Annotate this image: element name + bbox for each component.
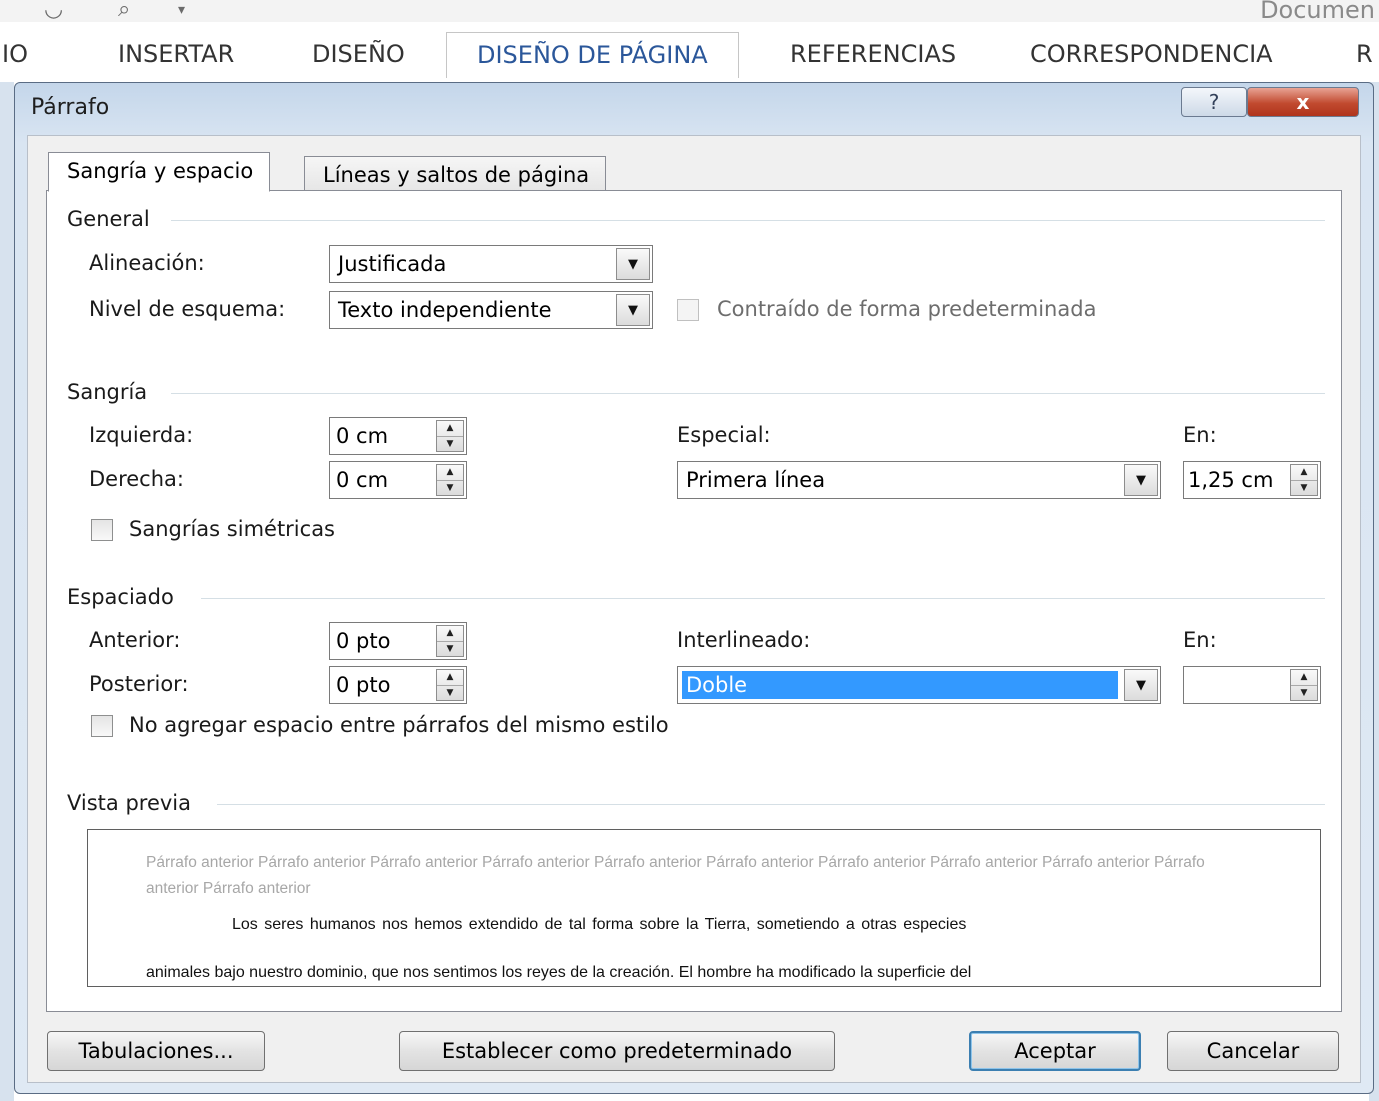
tab-inicio[interactable]: IO <box>2 40 28 68</box>
help-icon: ? <box>1208 90 1220 114</box>
section-spacing-title: Espaciado <box>67 585 174 609</box>
tab-insertar[interactable]: INSERTAR <box>118 40 234 68</box>
tab-diseno[interactable]: DISEÑO <box>312 40 405 68</box>
spinner-icon[interactable]: ▲ ▼ <box>436 464 464 496</box>
line-spacing-at-spinner[interactable]: ▲ ▼ <box>1183 666 1321 704</box>
section-general-title: General <box>67 207 150 231</box>
no-space-same-style-label: No agregar espacio entre párrafos del mi… <box>129 713 669 737</box>
mirror-indents-checkbox[interactable] <box>91 519 113 541</box>
alignment-select[interactable]: Justificada ▼ <box>329 245 653 283</box>
window-frame-left <box>0 82 14 1101</box>
tab-label: Líneas y saltos de página <box>323 163 590 187</box>
ribbon-tabs: IO INSERTAR DISEÑO DISEÑO DE PÁGINA REFE… <box>0 22 1379 82</box>
print-preview-icon[interactable]: ⌕ <box>118 0 130 21</box>
line-spacing-label: Interlineado: <box>677 628 811 652</box>
set-default-button-label: Establecer como predeterminado <box>441 1039 793 1063</box>
indent-right-label: Derecha: <box>89 467 184 491</box>
dropdown-arrow-icon[interactable]: ▼ <box>1124 464 1158 496</box>
help-button[interactable]: ? <box>1181 87 1247 117</box>
tab-referencias[interactable]: REFERENCIAS <box>790 40 956 68</box>
special-indent-label: Especial: <box>677 423 771 447</box>
undo-icon[interactable]: ◡ <box>44 0 63 21</box>
special-indent-select[interactable]: Primera línea ▼ <box>677 461 1161 499</box>
tab-revisar[interactable]: R <box>1356 40 1373 68</box>
spinner-icon[interactable]: ▲ ▼ <box>1290 669 1318 701</box>
set-default-button[interactable]: Establecer como predeterminado <box>399 1031 835 1071</box>
outline-level-select[interactable]: Texto independiente ▼ <box>329 291 653 329</box>
spacing-after-value: 0 pto <box>336 673 391 697</box>
tab-diseno-de-pagina[interactable]: DISEÑO DE PÁGINA <box>446 32 739 78</box>
customize-dropdown-icon[interactable]: ▾ <box>178 0 185 20</box>
spacing-before-spinner[interactable]: 0 pto ▲ ▼ <box>329 622 467 660</box>
collapsed-checkbox[interactable] <box>677 299 699 321</box>
close-button[interactable]: x <box>1247 87 1359 117</box>
spinner-icon[interactable]: ▲ ▼ <box>436 625 464 657</box>
cancel-button[interactable]: Cancelar <box>1167 1031 1339 1071</box>
line-spacing-value: Doble <box>682 671 1118 699</box>
dropdown-arrow-icon[interactable]: ▼ <box>616 248 650 280</box>
spinner-icon[interactable]: ▲ ▼ <box>436 420 464 452</box>
section-indent-title: Sangría <box>67 380 148 404</box>
tab-lineas-y-saltos[interactable]: Líneas y saltos de página <box>304 156 607 192</box>
paragraph-dialog: Párrafo ? x Sangría y espacio Líneas y s… <box>14 82 1374 1094</box>
outline-level-value: Texto independiente <box>338 298 552 322</box>
ok-button-label: Aceptar <box>1014 1039 1096 1063</box>
dialog-titlebar[interactable]: Párrafo ? x <box>15 83 1373 131</box>
preview-previous-paragraph: Párrafo anterior Párrafo anterior Párraf… <box>146 854 1205 897</box>
preview-line-1: Los seres humanos nos hemos extendido de… <box>232 916 967 933</box>
alignment-value: Justificada <box>338 252 447 276</box>
spinner-icon[interactable]: ▲ ▼ <box>1290 464 1318 496</box>
quick-access-toolbar: ◡ ⌕ ▾ Documen <box>0 0 1379 24</box>
spacing-after-spinner[interactable]: 0 pto ▲ ▼ <box>329 666 467 704</box>
preview-line-2: animales bajo nuestro dominio, que nos s… <box>146 964 972 981</box>
cancel-button-label: Cancelar <box>1206 1039 1300 1063</box>
section-divider <box>171 220 1325 221</box>
close-icon: x <box>1296 90 1310 114</box>
tabs-button[interactable]: Tabulaciones... <box>47 1031 265 1071</box>
section-divider <box>171 393 1325 394</box>
mirror-indents-label: Sangrías simétricas <box>129 517 336 541</box>
dialog-title: Párrafo <box>31 95 110 120</box>
tab-panel: General Alineación: Justificada ▼ Nivel … <box>46 190 1342 1012</box>
special-indent-value: Primera línea <box>686 468 826 492</box>
dialog-body: Sangría y espacio Líneas y saltos de pág… <box>27 135 1361 1083</box>
indent-right-spinner[interactable]: 0 cm ▲ ▼ <box>329 461 467 499</box>
dropdown-arrow-icon[interactable]: ▼ <box>1124 669 1158 701</box>
outline-level-label: Nivel de esquema: <box>89 297 286 321</box>
spacing-after-label: Posterior: <box>89 672 189 696</box>
indent-right-value: 0 cm <box>336 468 389 492</box>
indent-left-spinner[interactable]: 0 cm ▲ ▼ <box>329 417 467 455</box>
indent-left-value: 0 cm <box>336 424 389 448</box>
tabs-button-label: Tabulaciones... <box>78 1039 234 1063</box>
line-spacing-select[interactable]: Doble ▼ <box>677 666 1161 704</box>
document-title: Documen <box>1260 0 1375 24</box>
spacing-before-value: 0 pto <box>336 629 391 653</box>
line-spacing-at-label: En: <box>1183 628 1217 652</box>
paragraph-preview: Párrafo anterior Párrafo anterior Párraf… <box>87 829 1321 987</box>
spacing-before-label: Anterior: <box>89 628 181 652</box>
indent-left-label: Izquierda: <box>89 423 194 447</box>
indent-by-value: 1,25 cm <box>1188 468 1274 492</box>
collapsed-label: Contraído de forma predeterminada <box>717 297 1097 321</box>
dropdown-arrow-icon[interactable]: ▼ <box>616 294 650 326</box>
tab-label: Sangría y espacio <box>67 159 254 183</box>
ok-button[interactable]: Aceptar <box>969 1031 1141 1071</box>
alignment-label: Alineación: <box>89 251 205 275</box>
spinner-icon[interactable]: ▲ ▼ <box>436 669 464 701</box>
tab-correspondencia[interactable]: CORRESPONDENCIA <box>1030 40 1273 68</box>
section-divider <box>201 598 1325 599</box>
no-space-same-style-checkbox[interactable] <box>91 715 113 737</box>
indent-by-spinner[interactable]: 1,25 cm ▲ ▼ <box>1183 461 1321 499</box>
indent-by-label: En: <box>1183 423 1217 447</box>
section-preview-title: Vista previa <box>67 791 192 815</box>
section-divider <box>217 804 1325 805</box>
tab-sangria-y-espacio[interactable]: Sangría y espacio <box>48 152 271 192</box>
